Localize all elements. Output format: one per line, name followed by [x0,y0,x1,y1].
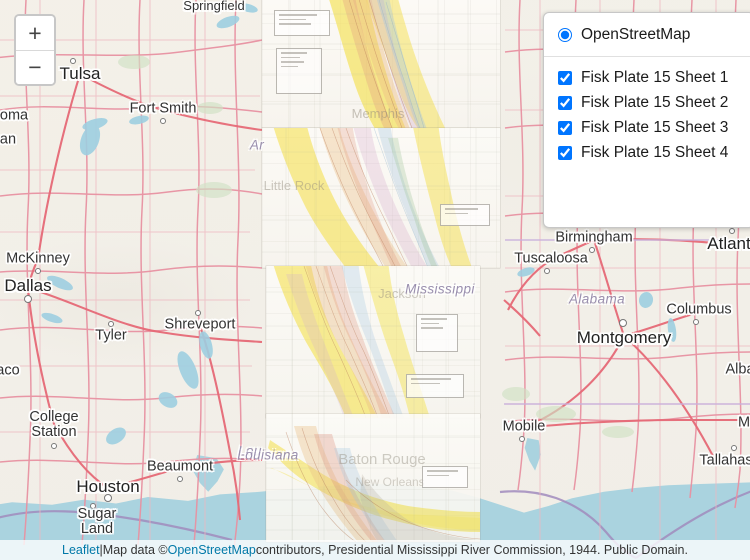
city-marker-dot [24,295,32,303]
openstreetmap-link[interactable]: OpenStreetMap [168,543,256,557]
overlay-layer-sheet-1[interactable]: Fisk Plate 15 Sheet 1 [558,66,740,90]
city-marker-dot [104,494,112,502]
overlay-layer-sheet-2[interactable]: Fisk Plate 15 Sheet 2 [558,91,740,115]
overlay-layer-label: Fisk Plate 15 Sheet 1 [581,69,729,86]
sheet-legend-inset [422,466,468,488]
sheet-legend-inset [406,374,464,398]
layers-separator [544,56,750,57]
layers-overlay-list: Fisk Plate 15 Sheet 1 Fisk Plate 15 Shee… [544,66,750,165]
city-marker-dot [693,319,699,325]
city-marker-dot [177,476,183,482]
zoom-control[interactable]: + − [14,14,56,86]
city-marker-dot [51,443,57,449]
city-marker-dot [729,228,735,234]
sheet-table-inset [416,314,458,352]
city-marker-dot [108,321,114,327]
overlay-checkbox[interactable] [558,71,572,85]
city-marker-dot [589,247,595,253]
city-marker-dot [731,445,737,451]
overlay-sheet-4: Baton Rouge New Orleans [266,414,480,542]
svg-text:Jackson: Jackson [378,286,426,301]
layers-control[interactable]: OpenStreetMap Fisk Plate 15 Sheet 1 Fisk… [543,12,750,228]
city-marker-dot [544,268,550,274]
leaflet-map[interactable]: Memphis Little Rock Jackson Baton Rouge … [0,0,750,560]
svg-text:Baton Rouge: Baton Rouge [338,451,426,468]
city-marker-dot [35,268,41,274]
base-layer-openstreetmap[interactable]: OpenStreetMap [558,23,740,47]
overlay-layer-label: Fisk Plate 15 Sheet 3 [581,119,729,136]
zoom-out-button[interactable]: − [16,50,54,84]
overlay-checkbox[interactable] [558,146,572,160]
sheet-legend-inset [440,204,490,226]
city-marker-dot [90,503,96,509]
zoom-in-button[interactable]: + [16,16,54,50]
sheet-table-inset [276,48,322,94]
attribution-suffix: contributors, Presidential Mississippi R… [255,543,688,557]
overlay-layer-label: Fisk Plate 15 Sheet 2 [581,94,729,111]
overlay-layer-sheet-4[interactable]: Fisk Plate 15 Sheet 4 [558,141,740,165]
overlay-sheet-2: Little Rock [262,128,500,268]
overlay-sheet-3: Jackson [266,266,480,418]
svg-text:Little Rock: Little Rock [264,178,325,193]
attribution-bar: Leaflet | Map data © OpenStreetMap contr… [0,540,750,560]
city-marker-dot [70,58,76,64]
svg-text:New Orleans: New Orleans [355,475,424,489]
leaflet-link[interactable]: Leaflet [62,543,100,557]
attribution-map-data-prefix: Map data © [102,543,168,557]
layers-base-list: OpenStreetMap [544,23,750,47]
sheet-legend-inset [274,10,330,36]
base-layer-radio[interactable] [558,28,572,42]
city-marker-dot [619,319,627,327]
overlay-layer-sheet-3[interactable]: Fisk Plate 15 Sheet 3 [558,116,740,140]
overlay-checkbox[interactable] [558,121,572,135]
overlay-sheet-1: Memphis [262,0,500,128]
city-marker-dot [519,436,525,442]
city-marker-dot [195,310,201,316]
overlay-layer-label: Fisk Plate 15 Sheet 4 [581,144,729,161]
svg-text:Memphis: Memphis [352,106,405,121]
overlay-checkbox[interactable] [558,96,572,110]
city-marker-dot [160,118,166,124]
base-layer-label: OpenStreetMap [581,26,691,43]
